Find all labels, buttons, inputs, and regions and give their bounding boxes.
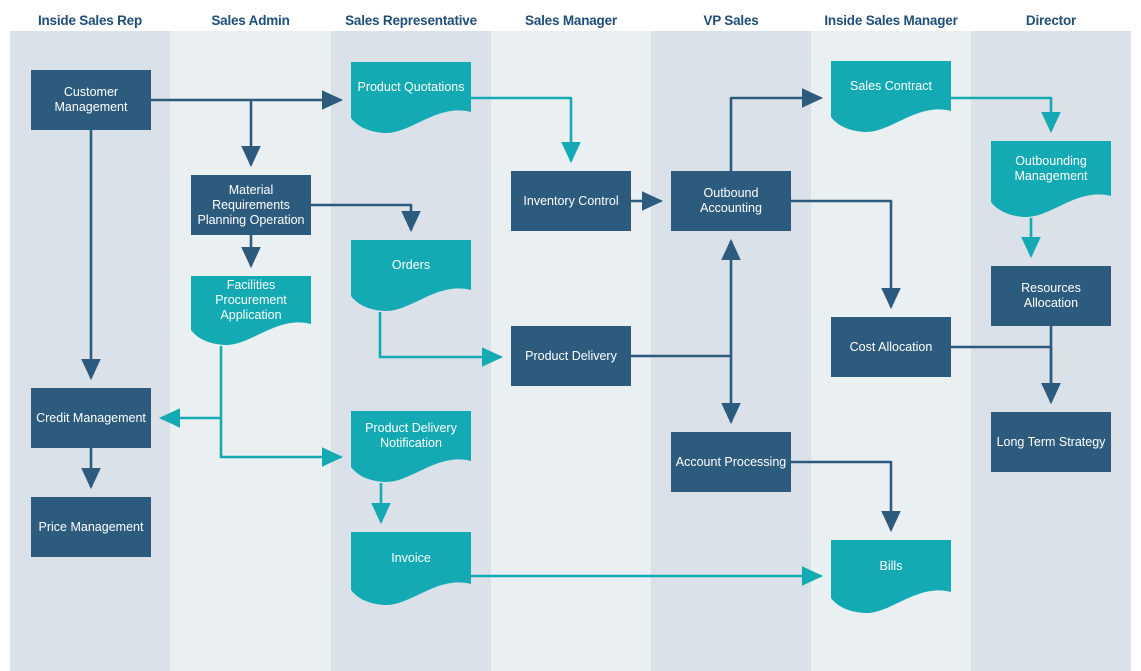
node-label-product-delivery: Product Delivery bbox=[525, 348, 617, 363]
document-shape bbox=[351, 532, 471, 606]
node-label-long-term-strategy: Long Term Strategy bbox=[996, 434, 1106, 449]
document-shape-svg bbox=[351, 532, 471, 606]
node-resources-allocation[interactable]: Resources Allocation bbox=[991, 266, 1111, 326]
node-product-delivery-notification[interactable]: Product Delivery Notification bbox=[351, 411, 471, 483]
node-long-term-strategy[interactable]: Long Term Strategy bbox=[991, 412, 1111, 472]
node-label-inventory-control: Inventory Control bbox=[523, 193, 619, 208]
node-product-delivery[interactable]: Product Delivery bbox=[511, 326, 631, 386]
connector-product-delivery-to-outbound bbox=[631, 238, 741, 358]
node-label-invoice: Invoice bbox=[391, 550, 431, 565]
node-label-product-delivery-notification: Product Delivery Notification bbox=[365, 421, 457, 450]
node-inventory-control[interactable]: Inventory Control bbox=[511, 171, 631, 231]
connector-orders-to-product-delivery bbox=[378, 312, 504, 367]
node-product-quotations[interactable]: Product Quotations bbox=[351, 62, 471, 134]
node-facilities-procurement[interactable]: Facilities Procurement Application bbox=[191, 276, 311, 346]
node-label-resources-allocation: Resources Allocation bbox=[1021, 281, 1081, 310]
node-label-customer-management: Customer Management bbox=[54, 85, 128, 114]
document-shape-svg bbox=[831, 540, 951, 614]
document-shape bbox=[351, 240, 471, 312]
node-label-sales-contract: Sales Contract bbox=[850, 78, 932, 93]
node-label-product-quotations: Product Quotations bbox=[357, 79, 465, 94]
node-label-account-processing: Account Processing bbox=[675, 454, 787, 469]
node-label-credit-management: Credit Management bbox=[36, 410, 146, 425]
document-shape bbox=[831, 61, 951, 133]
connector-facilities-to-notification bbox=[219, 418, 344, 467]
document-shape bbox=[351, 62, 471, 134]
connector-mrp-to-orders bbox=[311, 203, 421, 233]
node-customer-management[interactable]: Customer Management bbox=[31, 70, 151, 130]
node-outbound-accounting[interactable]: Outbound Accounting bbox=[671, 171, 791, 231]
connector-cost-to-long-term bbox=[951, 345, 1061, 405]
node-sales-contract[interactable]: Sales Contract bbox=[831, 61, 951, 133]
document-shape-svg bbox=[351, 62, 471, 134]
connector-outbound-to-sales-contract bbox=[729, 88, 824, 171]
node-label-outbound-accounting: Outbound Accounting bbox=[700, 186, 762, 215]
node-material-requirements-planning[interactable]: Material Requirements Planning Operation bbox=[191, 175, 311, 235]
connector-sales-contract-to-outbounding bbox=[951, 96, 1061, 134]
node-cost-allocation[interactable]: Cost Allocation bbox=[831, 317, 951, 377]
node-price-management[interactable]: Price Management bbox=[31, 497, 151, 557]
connector-quotations-to-inventory bbox=[471, 96, 581, 164]
connector-outbound-to-cost-allocation bbox=[791, 199, 901, 310]
node-account-processing[interactable]: Account Processing bbox=[671, 432, 791, 492]
node-label-material-requirements-planning: Material Requirements Planning Operation bbox=[197, 182, 305, 227]
node-bills[interactable]: Bills bbox=[831, 540, 951, 614]
node-label-cost-allocation: Cost Allocation bbox=[849, 339, 933, 354]
node-label-orders: Orders bbox=[391, 257, 431, 272]
node-label-bills: Bills bbox=[879, 558, 903, 573]
node-label-price-management: Price Management bbox=[38, 519, 144, 534]
document-shape-svg bbox=[351, 240, 471, 312]
node-label-outbounding-management: Outbounding Management bbox=[1014, 153, 1088, 183]
document-shape bbox=[831, 540, 951, 614]
node-invoice[interactable]: Invoice bbox=[351, 532, 471, 606]
swimlane-diagram: Inside Sales Rep Sales Admin Sales Represe… bbox=[0, 0, 1141, 671]
node-credit-management[interactable]: Credit Management bbox=[31, 388, 151, 448]
node-outbounding-management[interactable]: Outbounding Management bbox=[991, 141, 1111, 218]
document-shape-svg bbox=[831, 61, 951, 133]
connector-account-processing-to-bills bbox=[791, 460, 901, 533]
node-label-facilities-procurement: Facilities Procurement Application bbox=[215, 277, 287, 322]
node-orders[interactable]: Orders bbox=[351, 240, 471, 312]
connector-facilities-to-credit bbox=[158, 346, 223, 428]
